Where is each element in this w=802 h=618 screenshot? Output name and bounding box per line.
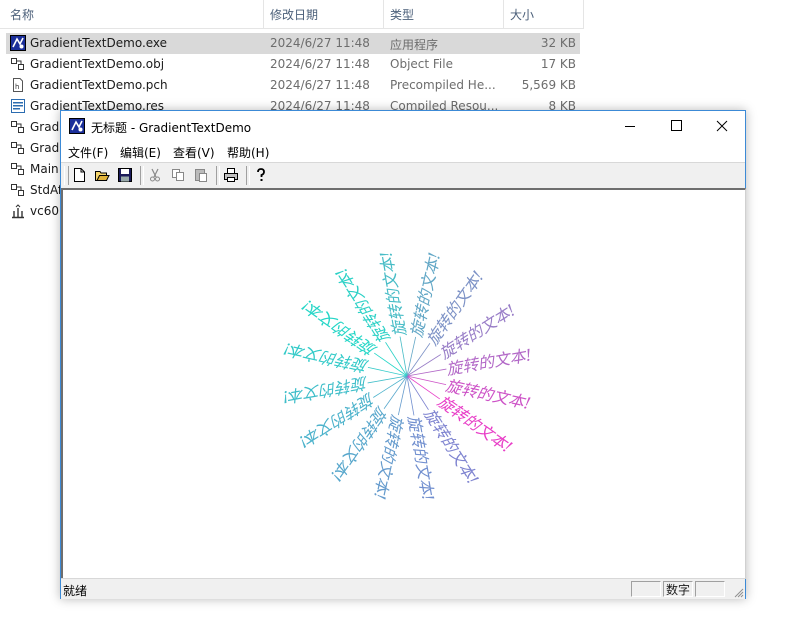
column-date[interactable]: 修改日期 — [270, 6, 318, 23]
maximize-button[interactable] — [653, 111, 699, 141]
status-pane-caps — [631, 581, 661, 597]
cut-button[interactable] — [145, 166, 165, 185]
app-icon[interactable] — [69, 118, 85, 134]
close-icon — [716, 120, 728, 132]
status-text: 就绪 — [63, 584, 88, 598]
res-icon — [11, 99, 25, 113]
obj-icon — [11, 184, 24, 196]
drawing-canvas[interactable]: 旋转的文本! 旋转的文本! 旋转的文本! 旋转的文本! 旋转的文本! 旋转的文本! 旋转的文… — [61, 188, 746, 579]
sort-up-icon: ^ — [129, 0, 138, 7]
window-title: 无标题 - GradientTextDemo — [91, 121, 252, 135]
column-header: ^ 名称 修改日期 类型 大小 — [0, 0, 584, 29]
column-type[interactable]: 类型 — [390, 6, 414, 23]
copy-icon — [172, 169, 184, 181]
print-button[interactable] — [221, 166, 241, 185]
toolbar-separator — [140, 166, 144, 185]
paste-button[interactable] — [191, 166, 211, 185]
new-button[interactable] — [69, 166, 89, 185]
status-pane-scroll — [695, 581, 725, 597]
minimize-icon — [625, 126, 635, 127]
cut-icon — [150, 168, 160, 182]
toolbar-separator — [246, 166, 250, 185]
file-type: 应用程序 — [390, 38, 439, 52]
file-name: GradientTextDemo.obj — [30, 57, 165, 71]
column-size[interactable]: 大小 — [510, 6, 534, 23]
file-size: 5,569 KB — [521, 78, 576, 92]
file-row[interactable]: h GradientTextDemo.pch 2024/6/27 11:48 Prec… — [6, 75, 580, 96]
menu-view[interactable]: 查看(V) — [173, 144, 215, 161]
file-date: 2024/6/27 11:48 — [270, 57, 370, 71]
file-row[interactable]: GradientTextDemo.obj 2024/6/27 11:48 Objec… — [6, 54, 580, 75]
save-button[interactable] — [115, 166, 135, 185]
toolbar — [61, 162, 745, 189]
open-icon — [95, 171, 110, 181]
title-bar[interactable]: 无标题 - GradientTextDemo — [61, 111, 745, 141]
menu-bar: 文件(F) 编辑(E) 查看(V) 帮助(H) — [61, 141, 745, 161]
status-pane-num: 数字 — [663, 581, 693, 597]
help-icon — [257, 168, 265, 181]
obj-icon — [11, 163, 24, 175]
help-button[interactable] — [251, 166, 271, 185]
file-type: Object File — [390, 57, 453, 71]
save-icon — [118, 168, 132, 182]
new-icon — [74, 168, 85, 182]
column-name[interactable]: 名称 — [10, 6, 34, 23]
exe-icon — [10, 35, 26, 51]
app-window: 无标题 - GradientTextDemo 文件(F) 编辑(E) 查看(V)… — [60, 110, 746, 599]
column-divider[interactable] — [583, 0, 584, 28]
open-button[interactable] — [92, 166, 112, 185]
file-size: 32 KB — [540, 36, 576, 50]
maximize-icon — [671, 120, 682, 131]
menu-edit[interactable]: 编辑(E) — [120, 144, 161, 161]
rotated-text-drawing: 旋转的文本!旋转的文本!旋转的文本!旋转的文本!旋转的文本!旋转的文本!旋转的文… — [281, 250, 534, 503]
paste-icon — [195, 169, 207, 182]
column-divider[interactable] — [263, 0, 264, 28]
file-date: 2024/6/27 11:48 — [270, 36, 370, 50]
minimize-button[interactable] — [607, 111, 653, 141]
close-button[interactable] — [699, 111, 745, 141]
file-type: Precompiled He... — [390, 78, 496, 92]
column-divider[interactable] — [503, 0, 504, 28]
resize-grip-icon[interactable] — [732, 586, 744, 598]
status-bar: 就绪 数字 — [61, 578, 745, 599]
toolbar-separator — [216, 166, 220, 185]
menu-file[interactable]: 文件(F) — [68, 144, 108, 161]
idb-icon — [12, 204, 24, 219]
obj-icon — [11, 58, 24, 70]
column-divider[interactable] — [383, 0, 384, 28]
copy-button[interactable] — [168, 166, 188, 185]
pch-icon: h — [13, 78, 23, 92]
file-name: GradientTextDemo.exe — [30, 36, 168, 50]
file-size: 17 KB — [540, 57, 576, 71]
menu-help[interactable]: 帮助(H) — [227, 144, 269, 161]
ray-lines — [367, 336, 447, 416]
obj-icon — [11, 142, 24, 154]
file-name: GradientTextDemo.pch — [30, 78, 168, 92]
svg-text:h: h — [15, 83, 19, 91]
file-row[interactable]: GradientTextDemo.exe 2024/6/27 11:48 应用程序 3… — [6, 33, 580, 54]
print-icon — [224, 168, 238, 182]
obj-icon — [11, 121, 24, 133]
file-date: 2024/6/27 11:48 — [270, 78, 370, 92]
